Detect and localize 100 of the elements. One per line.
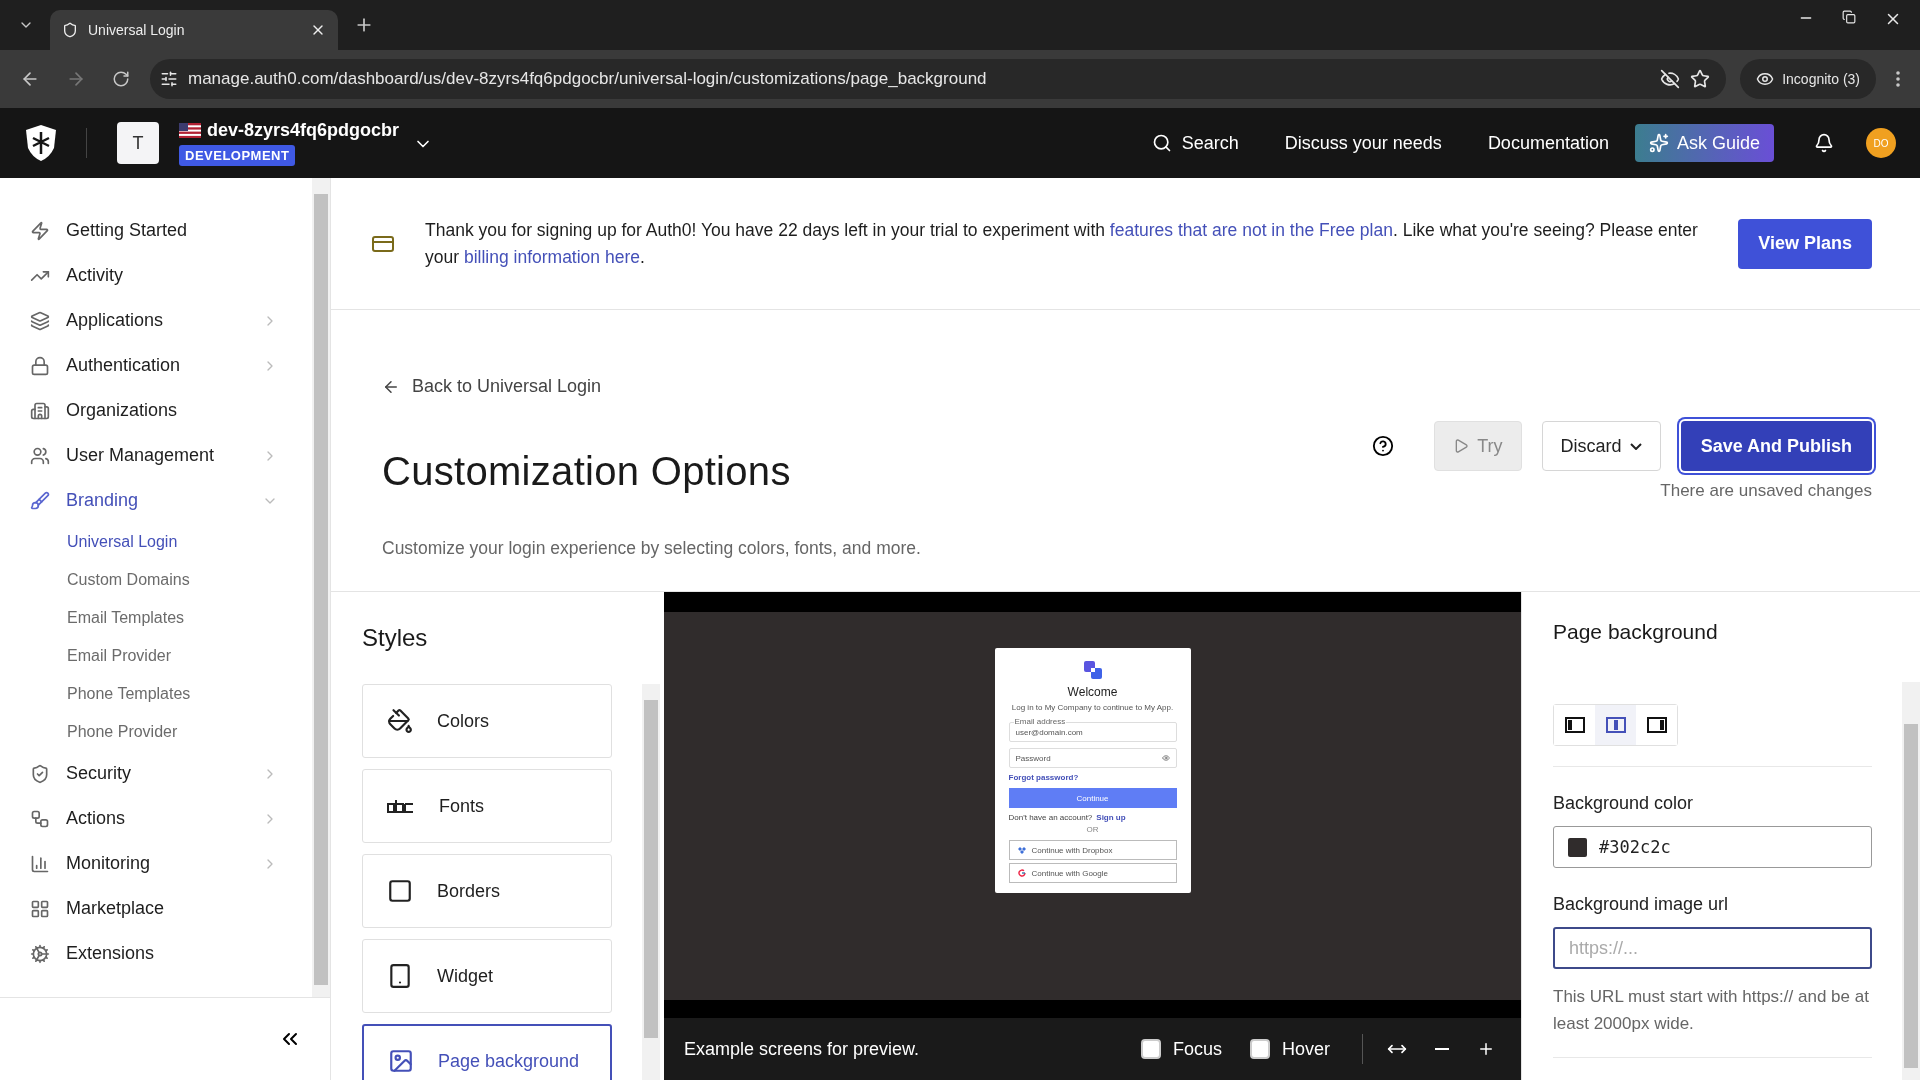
lock-icon bbox=[30, 355, 50, 376]
back-link[interactable]: Back to Universal Login bbox=[382, 360, 1872, 414]
bell-icon[interactable] bbox=[1814, 133, 1834, 153]
or-divider: OR bbox=[1086, 825, 1099, 834]
sidebar-item[interactable]: Getting Started bbox=[0, 208, 312, 253]
scrollbar[interactable] bbox=[312, 178, 330, 997]
style-option[interactable]: Widget bbox=[362, 939, 612, 1013]
styles-heading: Styles bbox=[362, 624, 429, 652]
sidebar-item[interactable]: Actions bbox=[0, 796, 312, 841]
forgot-password-link[interactable]: Forgot password? bbox=[1008, 773, 1079, 782]
preview-toggle[interactable]: Focus bbox=[1140, 1038, 1222, 1060]
box-icon bbox=[1017, 846, 1026, 854]
layers-icon bbox=[30, 310, 50, 331]
shield-check-icon bbox=[30, 763, 50, 784]
tenant-name[interactable]: dev-8zyrs4fq6pdgocbr bbox=[207, 120, 400, 141]
minus-icon bbox=[1435, 1048, 1449, 1050]
sidebar-item[interactable]: Branding bbox=[0, 478, 312, 523]
sidebar-item[interactable]: Security bbox=[0, 751, 312, 796]
sidebar-item[interactable]: Marketplace bbox=[0, 886, 312, 931]
chevron-down-icon bbox=[1629, 442, 1642, 450]
sidebar-item[interactable]: User Management bbox=[0, 433, 312, 478]
ask-guide-button[interactable]: Ask Guide bbox=[1634, 124, 1774, 162]
logo-icon bbox=[1082, 660, 1103, 680]
sidebar-subitem[interactable]: Phone Templates bbox=[0, 675, 312, 713]
square-icon bbox=[387, 878, 413, 904]
social-login-button[interactable]: Continue with Dropbox bbox=[1008, 840, 1177, 860]
page-title: Customization Options bbox=[382, 449, 792, 496]
tenant-avatar[interactable]: T bbox=[117, 122, 159, 164]
sidebar-item[interactable]: Authentication bbox=[0, 343, 312, 388]
bar-chart-icon bbox=[30, 853, 50, 874]
url-field[interactable]: https://... bbox=[1553, 927, 1872, 969]
sign-up-link[interactable]: Sign up bbox=[1096, 813, 1126, 822]
view-plans-button[interactable]: View Plans bbox=[1738, 218, 1872, 269]
shield-logo-icon[interactable] bbox=[24, 124, 58, 162]
discard-button[interactable]: Discard bbox=[1541, 421, 1661, 472]
lightning-icon bbox=[30, 220, 50, 241]
style-option[interactable]: Colors bbox=[362, 684, 612, 758]
style-option[interactable]: Page background bbox=[362, 1024, 612, 1080]
left-layout-icon bbox=[1564, 717, 1585, 733]
abc-icon bbox=[387, 799, 415, 813]
panel-title: Page background bbox=[1553, 620, 1719, 644]
building-icon bbox=[30, 400, 50, 421]
eye-icon bbox=[1756, 70, 1775, 88]
color-field[interactable]: #302c2c bbox=[1553, 826, 1872, 868]
users-icon bbox=[30, 445, 50, 466]
browser-tab[interactable]: Universal Login bbox=[50, 10, 338, 50]
paint-bucket-icon bbox=[387, 708, 413, 734]
incognito-button[interactable]: Incognito (3) bbox=[1740, 59, 1876, 99]
password-field: Password bbox=[1008, 748, 1177, 768]
email-label: Email address bbox=[1013, 717, 1067, 726]
signup-prompt: Don't have an account? bbox=[1008, 813, 1093, 822]
sidebar-subitem[interactable]: Universal Login bbox=[0, 523, 312, 561]
style-option[interactable]: Fonts bbox=[362, 769, 612, 843]
sidebar-item[interactable]: Extensions bbox=[0, 931, 312, 976]
tablet-icon bbox=[387, 963, 413, 989]
sidebar-subitem[interactable]: Email Provider bbox=[0, 637, 312, 675]
environment-badge: DEVELOPMENT bbox=[179, 145, 296, 166]
search-icon bbox=[1151, 133, 1172, 153]
sidebar-item[interactable]: Activity bbox=[0, 253, 312, 298]
eye-off-icon[interactable] bbox=[1660, 69, 1681, 89]
brush-icon bbox=[30, 490, 50, 511]
sidebar-subitem[interactable]: Custom Domains bbox=[0, 561, 312, 599]
social-login-button[interactable]: Continue with Google bbox=[1008, 863, 1177, 883]
shield-icon bbox=[62, 22, 78, 38]
play-icon bbox=[1453, 438, 1470, 455]
welcome-title: Welcome bbox=[1067, 685, 1118, 699]
sidebar-subitem[interactable]: Phone Provider bbox=[0, 713, 312, 751]
scrollbar[interactable] bbox=[1902, 682, 1920, 1080]
menu-icon bbox=[1896, 71, 1900, 87]
workflow-icon bbox=[30, 808, 50, 829]
sidebar-item[interactable]: Applications bbox=[0, 298, 312, 343]
preview-toggle[interactable]: Hover bbox=[1250, 1038, 1330, 1060]
sidebar-item[interactable]: Monitoring bbox=[0, 841, 312, 886]
search-link[interactable]: Search bbox=[1151, 132, 1239, 154]
style-option[interactable]: Borders bbox=[362, 854, 612, 928]
site-settings-icon[interactable] bbox=[160, 70, 178, 88]
address-bar[interactable]: manage.auth0.com/dashboard/us/dev-8zyrs4fq6pdgocbr/universal-login/customizations/page_background bbox=[150, 59, 1727, 99]
restore-icon[interactable] bbox=[1842, 10, 1856, 24]
sidebar-subitem[interactable]: Email Templates bbox=[0, 599, 312, 637]
gear-icon bbox=[30, 943, 50, 964]
page-description: Customize your login experience by selecting colors, fonts, and more. bbox=[382, 537, 922, 560]
right-layout-icon bbox=[1646, 717, 1667, 733]
trial-message: Thank you for signing up for Auth0! You have 22 days left in your trial to experiment with features that are not in the Free plan. Like what you're seeing? Please enter your billing information here. bbox=[425, 218, 1699, 269]
banner-link[interactable]: features that are not in the Free plan bbox=[1109, 219, 1393, 240]
header-link[interactable]: Documentation bbox=[1487, 132, 1609, 154]
field-label: Background color bbox=[1553, 793, 1695, 814]
bookmark-star-icon[interactable] bbox=[1690, 69, 1711, 89]
sidebar-item[interactable]: Organizations bbox=[0, 388, 312, 433]
scrollbar[interactable] bbox=[642, 684, 660, 1080]
continue-button[interactable]: Continue bbox=[1008, 788, 1177, 808]
preview-caption: Example screens for preview. bbox=[684, 1038, 921, 1060]
login-subtitle: Log in to My Company to continue to My App. bbox=[1011, 703, 1174, 712]
help-icon[interactable] bbox=[1372, 435, 1395, 458]
banner-link[interactable]: billing information here bbox=[463, 246, 640, 267]
layout-option[interactable] bbox=[1595, 705, 1636, 745]
field-label: Background image url bbox=[1553, 894, 1730, 915]
header-link[interactable]: Discuss your needs bbox=[1284, 132, 1442, 154]
center-layout-icon bbox=[1605, 717, 1626, 733]
help-text: This URL must start with https:// and be at least 2000px wide. bbox=[1553, 986, 1870, 1035]
g-icon bbox=[1017, 869, 1026, 877]
